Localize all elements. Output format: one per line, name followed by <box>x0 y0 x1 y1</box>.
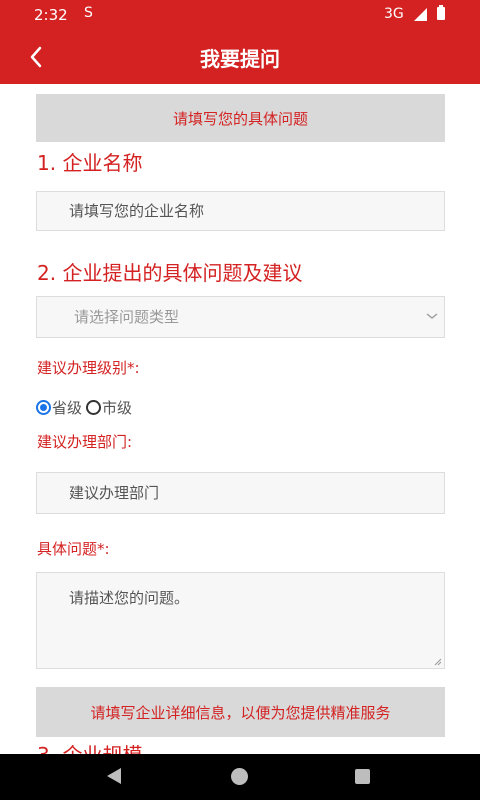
select-placeholder: 请选择问题类型 <box>74 308 180 326</box>
problem-placeholder: 请描述您的问题。 <box>69 589 190 607</box>
form-content[interactable]: 请填写您的具体问题 1. 企业名称 请填写您的企业名称 2. 企业提出的具体问题… <box>0 84 480 754</box>
system-nav-bar <box>0 754 480 800</box>
radio-province[interactable] <box>36 399 51 415</box>
app-bar: 我要提问 <box>0 30 480 84</box>
status-bar: 2:32 S 3G <box>0 0 480 30</box>
dept-label: 建议办理部门: <box>37 433 133 451</box>
nav-back-icon[interactable] <box>107 768 121 784</box>
section3-title: 3. 企业规模 <box>37 739 142 754</box>
network-type: 3G <box>384 6 404 22</box>
dept-input[interactable]: 建议办理部门 <box>36 472 445 514</box>
banner-bottom: 请填写企业详细信息，以便为您提供精准服务 <box>36 687 445 737</box>
sync-icon: S <box>84 5 93 21</box>
problem-label: 具体问题*: <box>37 540 110 558</box>
section2-title: 2. 企业提出的具体问题及建议 <box>37 261 303 285</box>
radio-city[interactable] <box>86 399 102 415</box>
company-name-input[interactable]: 请填写您的企业名称 <box>36 191 445 231</box>
nav-recents-icon[interactable] <box>355 769 370 784</box>
radio-province-label: 省级 <box>52 398 83 417</box>
signal-icon <box>414 8 427 21</box>
problem-textarea[interactable]: 请描述您的问题。 <box>36 572 445 669</box>
nav-home-icon[interactable] <box>231 768 248 785</box>
status-time: 2:32 <box>34 6 68 24</box>
level-radio-group: 省级 市级 <box>36 396 132 418</box>
page-title: 我要提问 <box>200 47 280 71</box>
problem-type-select[interactable]: 请选择问题类型 <box>36 296 445 338</box>
section1-title: 1. 企业名称 <box>37 151 143 175</box>
banner-top: 请填写您的具体问题 <box>36 94 445 142</box>
battery-icon <box>437 5 445 20</box>
resize-grip-icon[interactable] <box>434 658 442 666</box>
radio-city-label: 市级 <box>102 398 133 417</box>
chevron-down-icon <box>426 313 438 319</box>
level-label: 建议办理级别*: <box>37 359 140 377</box>
